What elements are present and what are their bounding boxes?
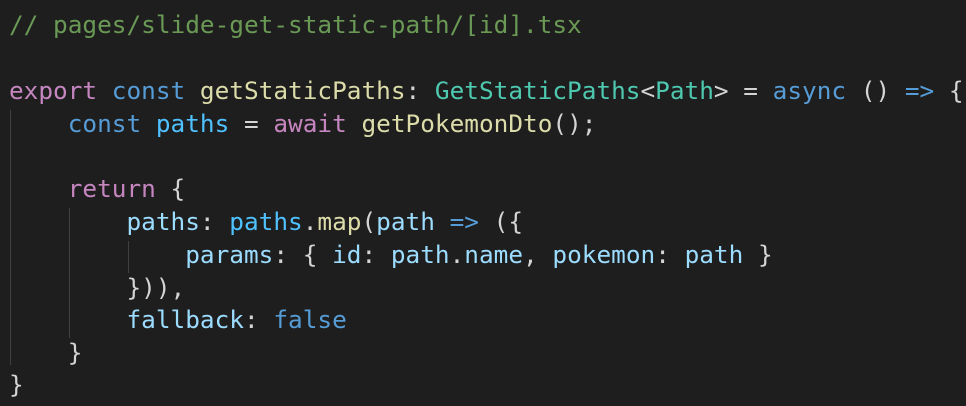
code-token: } — [67, 338, 83, 367]
code-token: } — [9, 370, 24, 399]
code-token: path — [390, 240, 450, 269]
code-token: paths — [229, 207, 303, 236]
code-token: . — [449, 240, 465, 269]
code-line: } — [9, 368, 24, 401]
code-token: > = — [713, 76, 773, 105]
code-token: id — [332, 240, 362, 269]
code-token: const — [67, 109, 142, 138]
code-token: : { — [273, 240, 333, 269]
code-token: export — [9, 76, 98, 105]
code-token: : — [199, 207, 230, 236]
code-token: name — [464, 240, 524, 269]
code-token: return — [67, 174, 156, 203]
code-token: . — [302, 207, 318, 236]
code-token: false — [273, 305, 347, 334]
code-editor[interactable]: // pages/slide-get-static-path/[id].tsx e… — [0, 0, 966, 406]
code-token: })), — [126, 273, 186, 302]
code-line: })), — [9, 271, 185, 304]
code-token: { — [155, 174, 186, 203]
code-line: return { — [9, 172, 185, 205]
code-token: path — [684, 240, 744, 269]
code-token: ({ — [478, 207, 524, 236]
code-token: : — [655, 240, 685, 269]
code-token: => — [904, 76, 935, 105]
code-token: : — [405, 76, 435, 105]
code-token: params — [185, 240, 274, 269]
code-token: paths — [155, 109, 230, 138]
code-token: // pages/slide-get-static-path/[id].tsx — [9, 10, 582, 39]
code-token: { — [934, 76, 964, 105]
code-token: : — [361, 240, 391, 269]
code-line: params: { id: path.name, pokemon: path } — [9, 238, 773, 271]
code-line: fallback: false — [9, 303, 347, 336]
code-token: Path — [655, 76, 714, 105]
code-token: await — [273, 109, 347, 138]
code-token: map — [317, 207, 362, 236]
code-token: ( — [361, 207, 377, 236]
code-token: , — [523, 240, 553, 269]
code-line: const paths = await getPokemonDto(); — [9, 107, 597, 140]
code-token: = — [229, 109, 274, 138]
code-line: export const getStaticPaths: GetStaticPa… — [9, 74, 964, 107]
code-token: (); — [552, 109, 597, 138]
code-token: : — [243, 305, 274, 334]
code-token: => — [449, 207, 479, 236]
code-line: paths: paths.map(path => ({ — [9, 205, 523, 238]
code-token: () — [846, 76, 905, 105]
code-token: GetStaticPaths — [434, 76, 641, 105]
code-line: // pages/slide-get-static-path/[id].tsx — [9, 8, 582, 41]
code-line: } — [9, 336, 83, 369]
code-token: getStaticPaths — [199, 76, 406, 105]
code-token: } — [743, 240, 773, 269]
code-token: path — [376, 207, 435, 236]
code-token: fallback — [126, 305, 244, 334]
code-token: getPokemonDto — [361, 109, 553, 138]
code-token: async — [772, 76, 847, 105]
code-token: pokemon — [552, 240, 656, 269]
code-token: < — [640, 76, 656, 105]
code-token: const — [111, 76, 186, 105]
code-token: paths — [126, 207, 200, 236]
